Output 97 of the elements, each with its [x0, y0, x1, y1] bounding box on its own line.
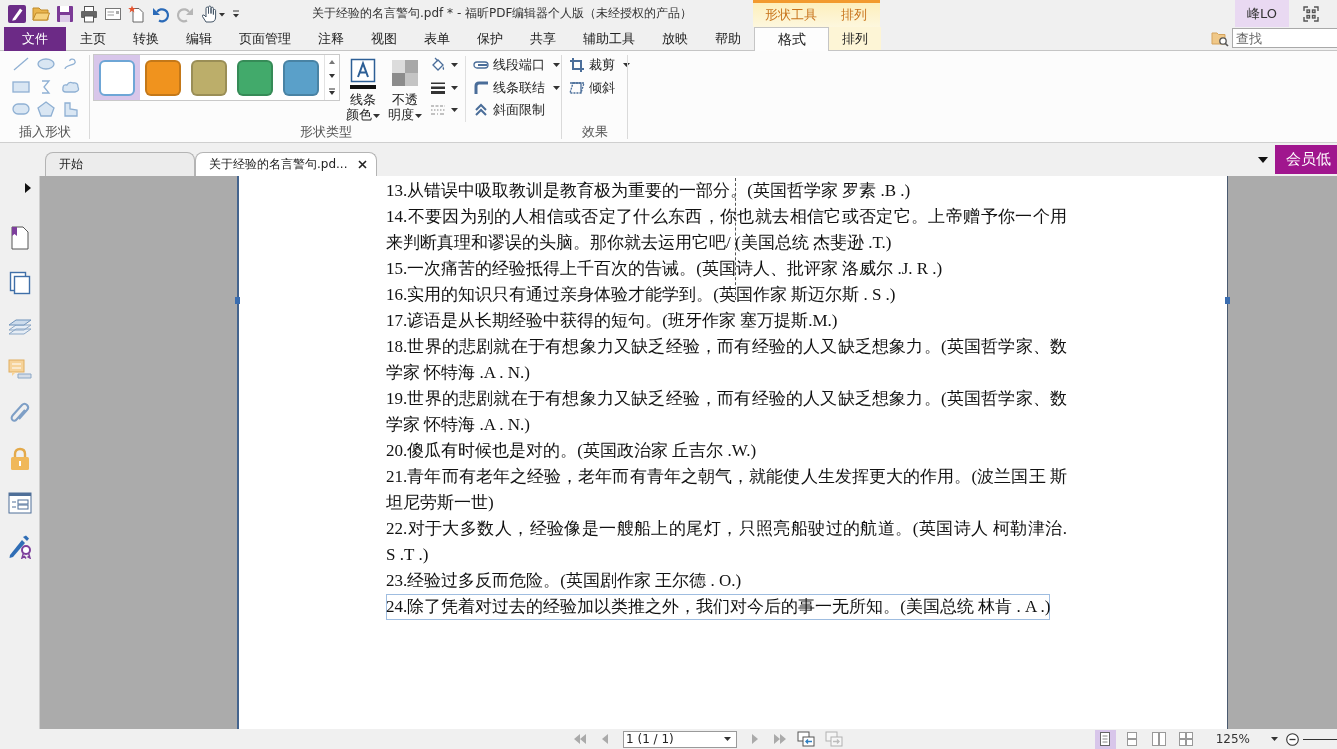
rounded-rectangle-icon[interactable]: [10, 101, 31, 118]
facing-pages-icon: [1152, 732, 1167, 746]
ribbon-tab[interactable]: 转换: [119, 27, 172, 50]
ribbon-tab[interactable]: 注释: [304, 27, 357, 50]
pen-badge-icon[interactable]: [7, 535, 32, 559]
gallery-more-icon[interactable]: [328, 87, 336, 96]
caret-icon[interactable]: [451, 108, 458, 113]
close-icon[interactable]: [357, 160, 367, 169]
search-field[interactable]: 查找: [1232, 28, 1337, 48]
document-tab[interactable]: 开始: [45, 152, 195, 176]
caret-icon[interactable]: [1271, 737, 1278, 741]
crop-icon: [569, 57, 585, 74]
context-group-label: 形状工具: [763, 6, 818, 24]
ribbon-tab[interactable]: 共享: [516, 27, 569, 50]
window-title: 关于经验的名言警句.pdf * - 福昕PDF编辑器个人版（未经授权的产品）: [312, 5, 693, 22]
pentagon-icon[interactable]: [35, 101, 56, 118]
effect-button[interactable]: 倾斜: [569, 76, 615, 99]
ellipse-icon[interactable]: [35, 56, 56, 73]
new-document-icon[interactable]: [128, 4, 146, 23]
quote-text[interactable]: 15.一次痛苦的经验抵得上千百次的告诫。(英国诗人、批评家 洛威尔 .J. R .): [386, 256, 943, 282]
quote-text[interactable]: 18.世界的悲剧就在于有想象力又缺乏经验，而有经验的人又缺乏想象力。(英国哲学家、数学家 怀特海 .A . N.): [386, 334, 1067, 386]
ribbon-tab[interactable]: 编辑: [172, 27, 225, 50]
ribbon-tab[interactable]: 辅助工具: [569, 27, 648, 50]
ribbon-tab[interactable]: 保护: [463, 27, 516, 50]
group-label: 效果: [581, 123, 608, 141]
line-option-button[interactable]: 线条联结: [473, 76, 560, 99]
folder-search-icon[interactable]: [1211, 30, 1229, 47]
dropdown-caret-icon[interactable]: [1258, 156, 1268, 163]
line-cap-icon: [473, 59, 489, 72]
expand-arrow-icon[interactable]: [25, 183, 31, 193]
line-color-icon: [350, 58, 376, 90]
quote-text[interactable]: 17.谚语是从长期经验中获得的短句。(班牙作家 塞万提斯.M.): [386, 308, 838, 334]
view-mode-button[interactable]: [1094, 729, 1116, 749]
save-icon[interactable]: [56, 4, 74, 23]
quote-text[interactable]: 21.青年而有老年之经验，老年而有青年之朝气，就能使人生发挥更大的作用。(波兰国王 斯坦尼劳斯一世): [386, 464, 1067, 516]
selection-handle[interactable]: [235, 297, 240, 304]
scroll-down-icon[interactable]: [328, 73, 336, 80]
quote-text[interactable]: 20.傻瓜有时候也是对的。(英国政治家 丘吉尔 .W.): [386, 438, 757, 464]
printer-icon[interactable]: [80, 4, 98, 23]
folder-icon[interactable]: [32, 4, 50, 23]
fullscreen-icon[interactable]: [1303, 5, 1319, 22]
quote-text[interactable]: 16.实用的知识只有通过亲身体验才能学到。(英国作家 斯迈尔斯 . S .): [386, 282, 896, 308]
form-icon[interactable]: [7, 492, 32, 514]
quote-text[interactable]: 14.不要因为别的人相信或否定了什么东西，你也就去相信它或否定它。上帝赠予你一个用来判断真理和谬误的头脑。那你就去运用它吧/ (美国总统 杰斐逊 .T.): [386, 204, 1067, 256]
single-page-icon: [1098, 732, 1113, 746]
ribbon-tab[interactable]: 放映: [648, 27, 701, 50]
scroll-up-icon[interactable]: [328, 59, 336, 66]
group-label: 形状类型: [299, 123, 352, 141]
line-option-button[interactable]: 斜面限制: [473, 99, 545, 122]
caret-icon[interactable]: [451, 63, 458, 68]
selection-handle[interactable]: [1225, 297, 1230, 304]
line-option-button[interactable]: 线段端口: [473, 54, 560, 77]
ribbon-tab[interactable]: 表单: [410, 27, 463, 50]
ribbon-tab[interactable]: 排列: [829, 27, 881, 50]
caret-icon: [373, 113, 380, 118]
miter-limit-icon: [473, 103, 489, 118]
user-account[interactable]: 峰LO: [1235, 0, 1289, 27]
quote-text[interactable]: 23.经验过多反而危险。(英国剧作家 王尔德 . O.): [386, 568, 742, 594]
caret-icon: [553, 63, 560, 68]
line-weight-icon[interactable]: [430, 81, 446, 94]
customize-caret-icon[interactable]: [232, 8, 240, 19]
opacity-button[interactable]: 不透明度: [387, 54, 423, 122]
pages-icon[interactable]: [8, 271, 31, 295]
caret-icon: [415, 113, 422, 118]
zoom-level[interactable]: 125%: [1215, 732, 1250, 746]
membership-button[interactable]: 会员低: [1275, 145, 1337, 174]
quote-text[interactable]: 24.除了凭着对过去的经验加以类推之外，我们对今后的事一无所知。(美国总统 林肯 . A .): [386, 594, 1051, 620]
group-label: 插入形状: [18, 123, 71, 141]
line-color-button[interactable]: 线条颜色: [345, 54, 381, 122]
quote-text[interactable]: 19.世界的悲剧就在于有想象力又缺乏经验，而有经验的人又缺乏想象力。(英国哲学家、数学家 怀特海 .A . N.): [386, 386, 1067, 438]
app-logo-icon[interactable]: [8, 4, 26, 23]
effect-button[interactable]: 裁剪: [569, 54, 630, 77]
ribbon-tab[interactable]: 帮助: [701, 27, 754, 50]
caret-icon[interactable]: [451, 85, 458, 90]
page-number-field[interactable]: 1 (1 / 1): [623, 730, 737, 748]
bookmark-icon[interactable]: [8, 226, 31, 250]
skew-icon: [569, 80, 585, 95]
zoom-out-icon[interactable]: [1286, 732, 1299, 746]
caret-icon: [623, 63, 630, 68]
hand-icon[interactable]: [200, 4, 226, 23]
ribbon-tab[interactable]: 页面管理: [225, 27, 304, 50]
continuous-facing-icon: [1179, 732, 1194, 746]
caret-icon: [724, 737, 731, 741]
zoom-scale-line[interactable]: [1303, 738, 1337, 740]
ribbon-tab[interactable]: 格式: [754, 27, 829, 51]
ribbon-tab[interactable]: 主页: [66, 27, 119, 50]
page-back-icon[interactable]: [797, 731, 815, 747]
layers-icon[interactable]: [7, 316, 32, 338]
document-tab[interactable]: 关于经验的名言警句.pd...: [195, 152, 377, 176]
file-menu-button[interactable]: 文件: [4, 27, 66, 51]
continuous-pages-icon: [1125, 732, 1140, 746]
caret-icon: [553, 85, 560, 90]
context-group-label: 排列: [840, 6, 868, 24]
ribbon-tab[interactable]: 视图: [357, 27, 410, 50]
line-join-icon: [473, 80, 489, 95]
quote-text[interactable]: 13.从错误中吸取教训是教育极为重要的一部分。(英国哲学家 罗素 .B .): [386, 178, 911, 204]
quote-text[interactable]: 22.对于大多数人，经验像是一艘船上的尾灯，只照亮船驶过的航道。(英国诗人 柯勒津治. S .T .): [386, 516, 1067, 568]
